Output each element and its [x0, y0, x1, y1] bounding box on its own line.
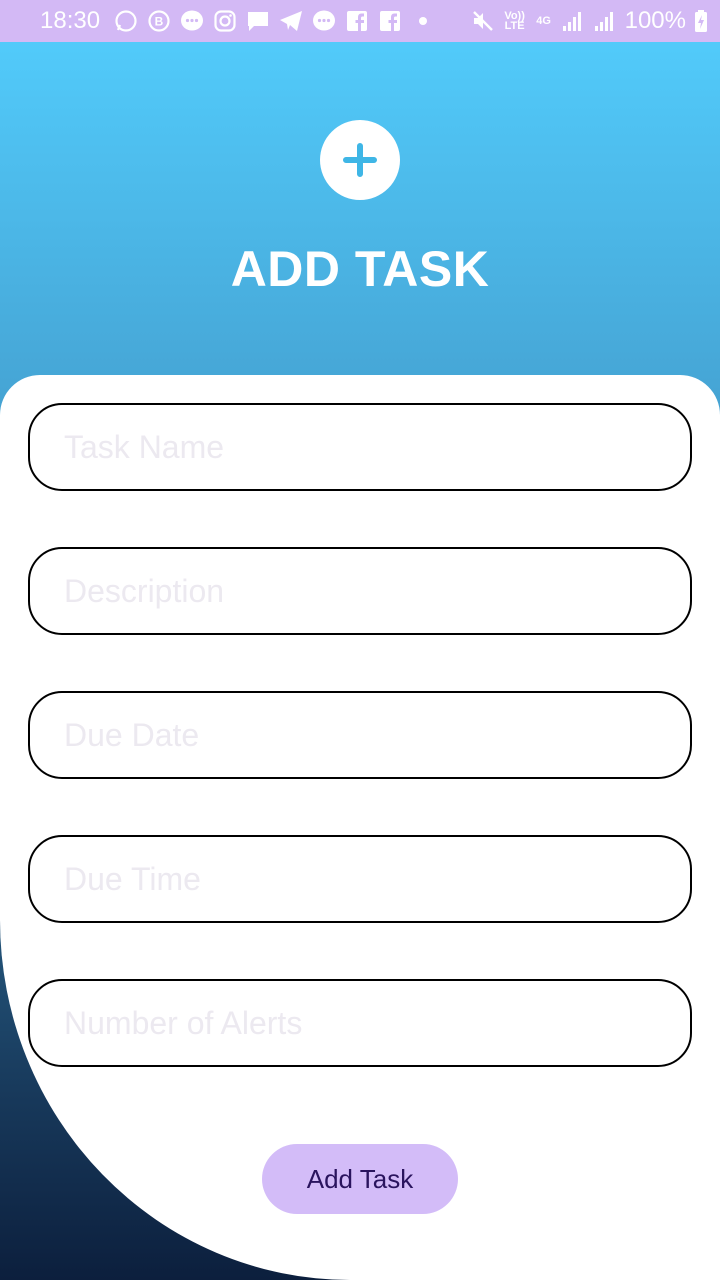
number-of-alerts-field[interactable]: [28, 979, 692, 1067]
page-title: ADD TASK: [230, 241, 490, 297]
facebook-icon-2: [378, 9, 402, 33]
description-field[interactable]: [28, 547, 692, 635]
due-time-field[interactable]: [28, 835, 692, 923]
instagram-icon: [213, 9, 237, 33]
battery-percent: 100%: [624, 7, 686, 34]
volte-label: Vo)) LTE: [504, 10, 525, 32]
battery-charging-icon: [694, 9, 708, 33]
status-right: Vo)) LTE 4G 100%: [471, 7, 708, 35]
b-messenger-icon: B: [147, 9, 171, 33]
number-of-alerts-input[interactable]: [30, 981, 690, 1065]
due-date-field[interactable]: [28, 691, 692, 779]
signal-icon: [561, 9, 585, 33]
due-time-input[interactable]: [30, 837, 690, 921]
status-time: 18:30: [40, 7, 101, 34]
signal-icon-2: [593, 9, 617, 33]
messenger-icon: [180, 9, 204, 33]
chat-icon: [246, 9, 270, 33]
telegram-icon: [279, 9, 303, 33]
messenger-icon-2: [312, 9, 336, 33]
plus-circle-icon: [320, 120, 400, 200]
task-name-field[interactable]: [28, 403, 692, 491]
mute-icon: [471, 9, 495, 33]
task-name-input[interactable]: [30, 405, 690, 489]
facebook-icon: [345, 9, 369, 33]
notification-icons: B: [114, 9, 435, 33]
dot-icon: [411, 9, 435, 33]
status-bar: 18:30 B Vo)) LTE 4G 100%: [0, 0, 720, 42]
description-input[interactable]: [30, 549, 690, 633]
svg-text:B: B: [155, 15, 164, 29]
due-date-input[interactable]: [30, 693, 690, 777]
whatsapp-icon: [114, 9, 138, 33]
network-type-label: 4G: [536, 15, 551, 27]
add-task-button[interactable]: Add Task: [262, 1144, 458, 1214]
